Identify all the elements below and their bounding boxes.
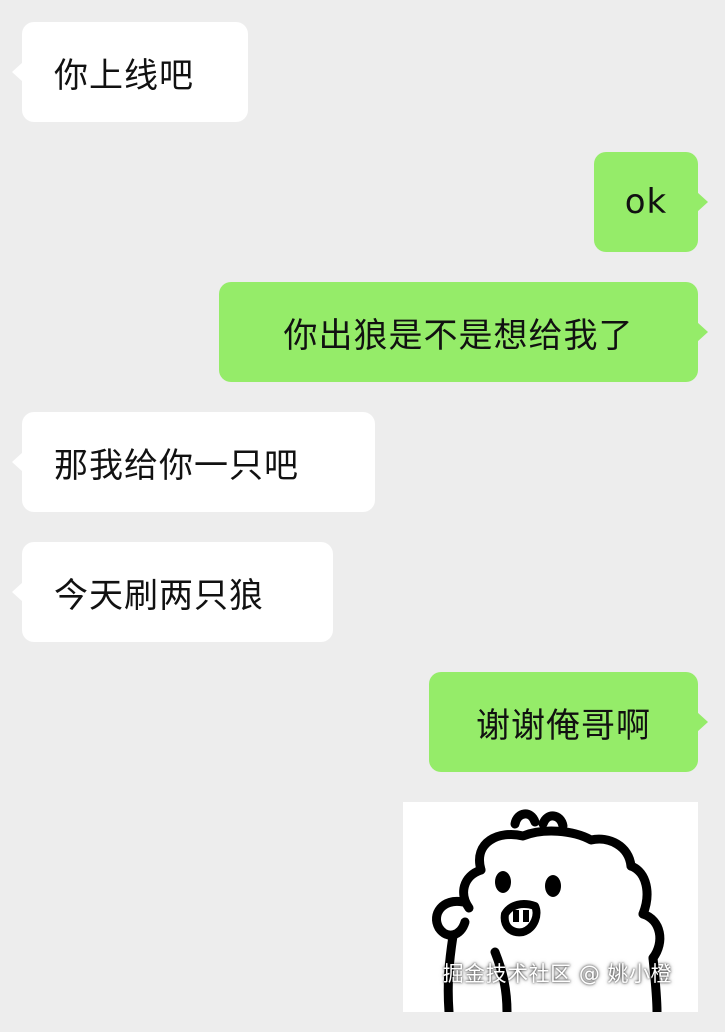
- outgoing-message-bubble[interactable]: ok: [594, 152, 708, 252]
- message-text: 你出狼是不是想给我了: [283, 315, 634, 356]
- incoming-message-bubble[interactable]: 你上线吧: [12, 22, 248, 122]
- incoming-message-bubble[interactable]: 今天刷两只狼: [12, 542, 333, 642]
- message-text: 那我给你一只吧: [54, 445, 299, 486]
- chat-conversation: 你上线吧 ok 你出狼是不是想给我了 那我给你一只吧 今天刷两只狼 谢谢俺哥啊: [0, 0, 725, 1032]
- incoming-message-bubble[interactable]: 那我给你一只吧: [12, 412, 375, 512]
- message-text: 谢谢俺哥啊: [476, 705, 651, 746]
- message-text: 今天刷两只狼: [54, 575, 264, 616]
- watermark-text: 掘金技术社区 @ 姚小橙: [442, 962, 672, 986]
- sticker-message[interactable]: 掘金技术社区 @ 姚小橙: [403, 802, 698, 1012]
- outgoing-message-bubble[interactable]: 谢谢俺哥啊: [429, 672, 708, 772]
- message-text: ok: [624, 182, 668, 222]
- message-text: 你上线吧: [54, 55, 194, 96]
- outgoing-message-bubble[interactable]: 你出狼是不是想给我了: [219, 282, 708, 382]
